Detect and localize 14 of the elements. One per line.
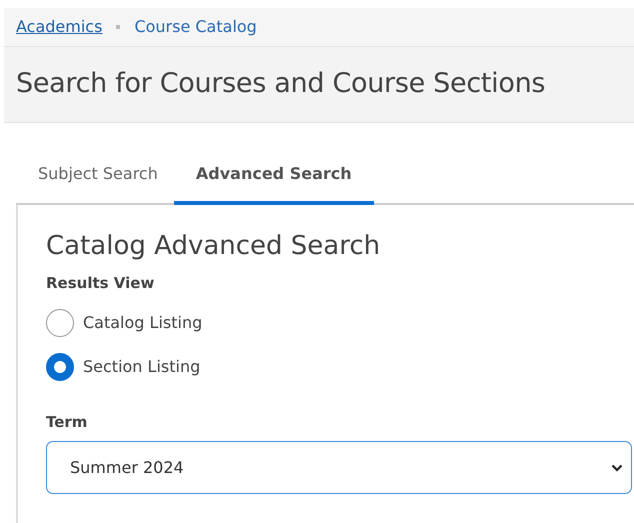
- chevron-down-icon: [611, 464, 623, 472]
- tab[interactable]: Subject Search: [22, 152, 174, 205]
- radio-button[interactable]: [46, 352, 74, 380]
- radio-button[interactable]: [46, 308, 74, 336]
- breadcrumb-link[interactable]: Academics: [16, 15, 102, 39]
- radio-label[interactable]: Catalog Listing: [83, 310, 202, 334]
- breadcrumb-link[interactable]: Course Catalog: [134, 15, 257, 39]
- tab[interactable]: Advanced Search: [174, 152, 374, 205]
- term-select[interactable]: Summer 2024: [46, 441, 632, 494]
- field-label: Results View: [46, 273, 156, 294]
- page-title: Search for Courses and Course Sections: [16, 67, 546, 102]
- panel-title: Catalog Advanced Search: [46, 230, 382, 263]
- field-label: Term: [46, 412, 88, 432]
- radio-label[interactable]: Section Listing: [83, 354, 200, 378]
